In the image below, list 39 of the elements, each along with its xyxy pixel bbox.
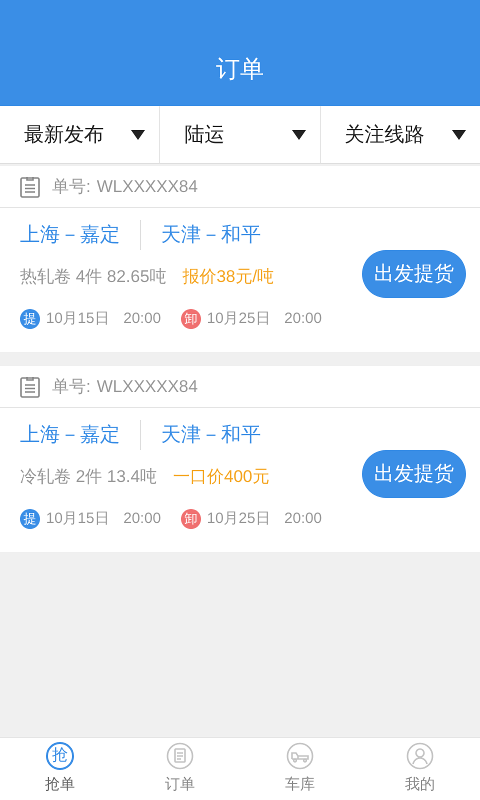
time-text: 20:00 [284,308,322,328]
unload-badge: 卸 [180,308,201,329]
pickup-button[interactable]: 出发提货 [362,450,466,498]
tab-item[interactable]: 订单 [120,738,240,800]
cargo-text: 冷轧卷 2件 13.4吨 [20,466,157,488]
clipboard-icon [20,176,40,198]
time-text: 20:00 [123,508,161,528]
order-number-label: 单号: [52,376,91,398]
pickup-button[interactable]: 出发提货 [362,250,466,298]
date-text: 10月25日 [206,508,270,528]
time-text: 20:00 [123,308,161,328]
pickup-badge: 提 [20,308,40,329]
price-text: 报价38元/吨 [182,266,274,288]
origin-text: 上海－嘉定 [20,220,141,250]
time-text: 20:00 [284,508,322,528]
tab-item[interactable]: 车库 [240,738,360,800]
order-number-label: 单号: [52,176,91,198]
caret-icon [292,130,306,140]
destination-text: 天津－和平 [160,223,261,248]
price-text: 一口价400元 [173,466,270,488]
date-text: 10月15日 [46,508,110,528]
destination-text: 天津－和平 [160,423,261,448]
tab-item[interactable]: 我的 [360,738,480,800]
origin-text: 上海－嘉定 [20,420,141,450]
page-title: 订单 [216,55,264,85]
filter-dropdown[interactable]: 关注线路 [320,106,480,163]
order-number: WLXXXXX84 [96,376,198,398]
caret-icon [452,130,466,140]
filter-dropdown[interactable]: 最新发布 [0,106,160,163]
caret-icon [131,130,146,140]
tab-item[interactable]: 抢 抢单 [0,738,120,800]
filter-dropdown[interactable]: 陆运 [159,106,320,163]
date-text: 10月15日 [46,308,110,328]
pickup-badge: 提 [20,508,40,529]
unload-badge: 卸 [180,508,201,529]
date-text: 10月25日 [206,308,270,328]
clipboard-icon [20,376,40,398]
order-number: WLXXXXX84 [96,176,198,198]
cargo-text: 热轧卷 4件 82.65吨 [20,266,166,288]
